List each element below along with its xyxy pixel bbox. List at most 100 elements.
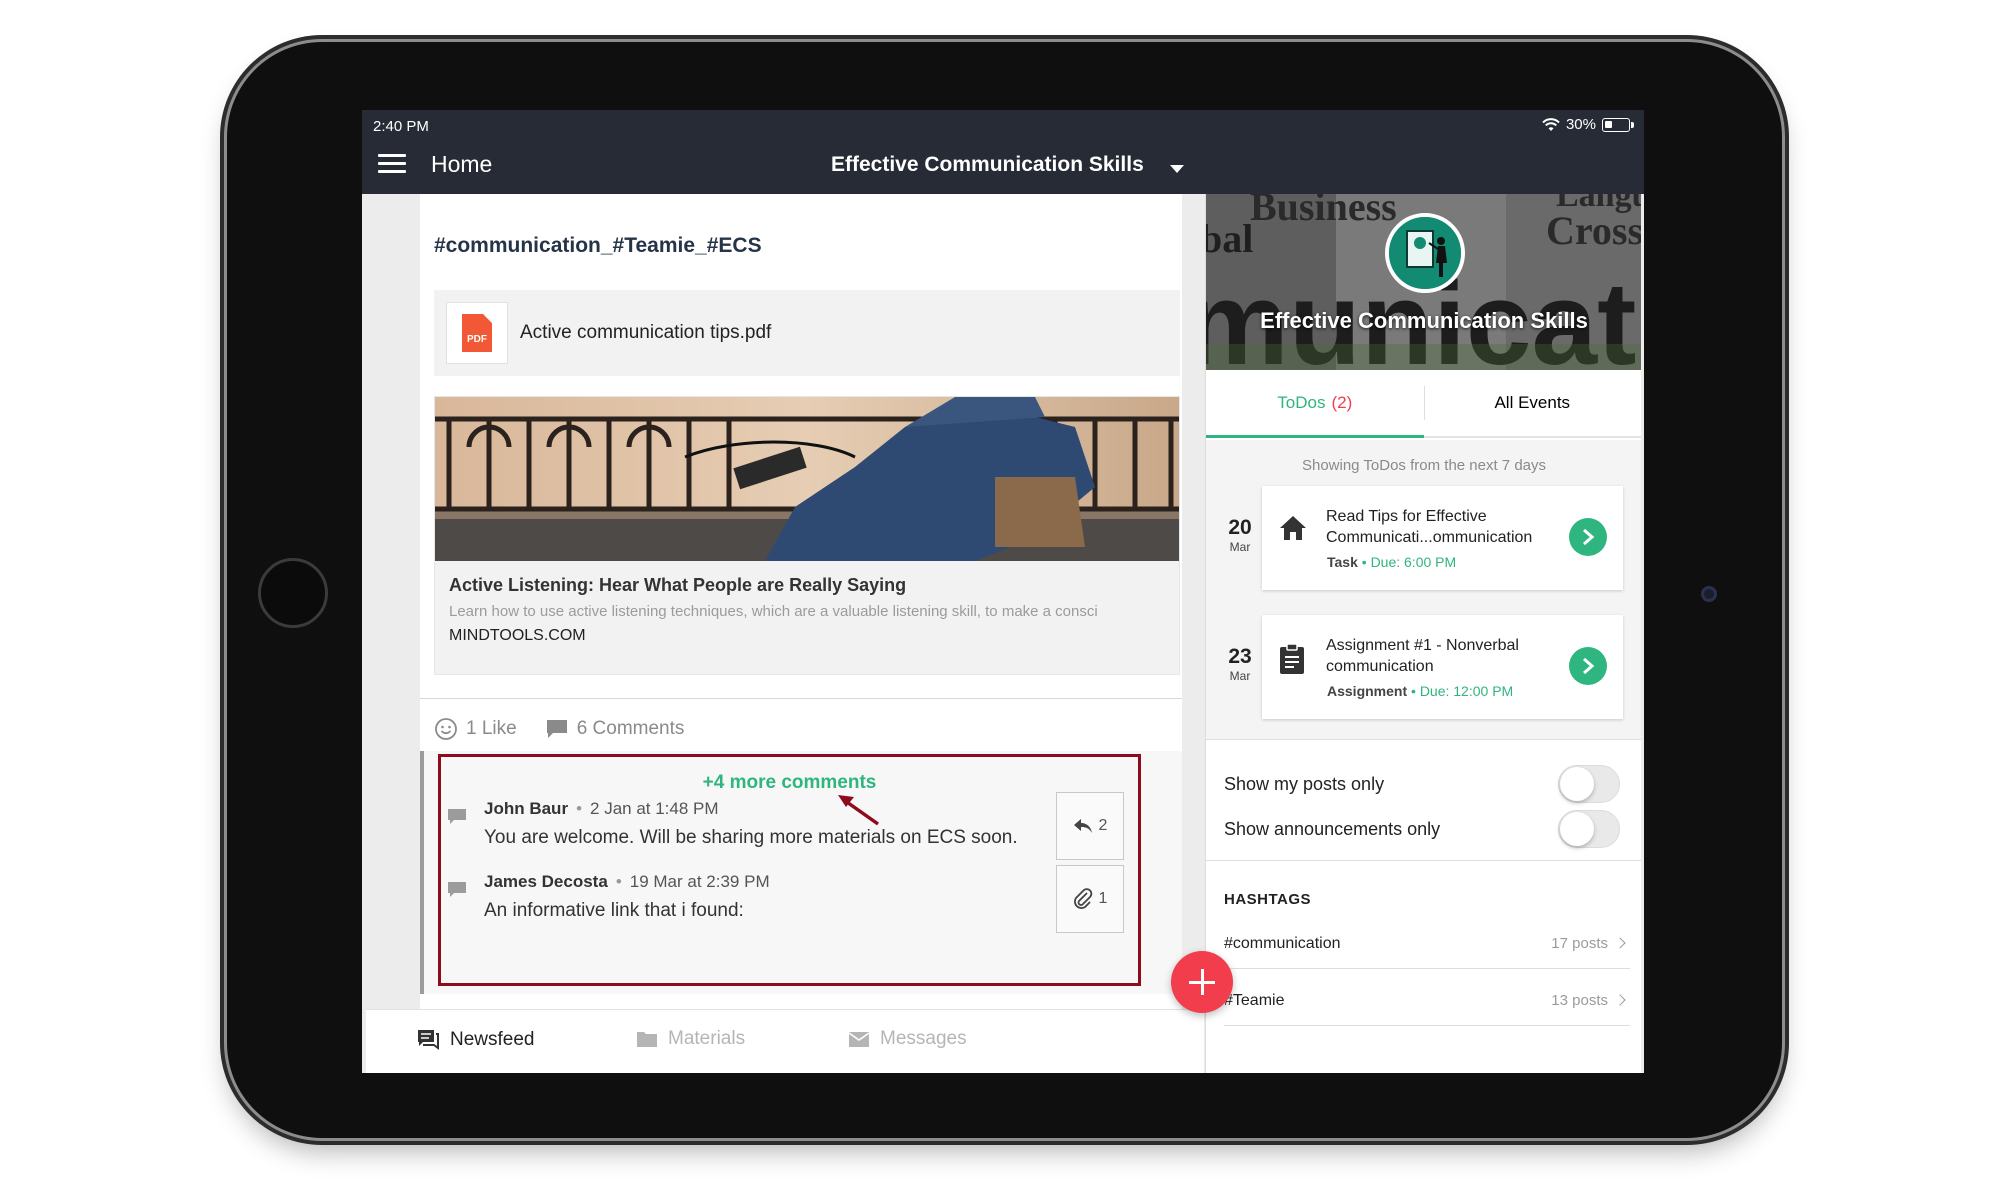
todo-card[interactable]: Read Tips for Effective Communicati...om… — [1262, 486, 1623, 590]
comment-icon — [546, 720, 567, 738]
todo-date: 23 Mar — [1220, 645, 1260, 683]
comment-header: James Decosta • 19 Mar at 2:39 PM — [484, 872, 770, 891]
comment-icon — [448, 809, 466, 824]
battery-icon — [1602, 117, 1634, 132]
bottom-navigation: Newsfeed Materials Messages — [366, 1009, 1204, 1073]
attachment-item[interactable]: PDF Active communication tips.pdf — [434, 290, 1180, 376]
comment-thread: +4 more comments John Baur • 2 Jan at 1:48… — [420, 751, 1182, 994]
menu-icon[interactable] — [378, 154, 406, 174]
add-post-button[interactable] — [1171, 951, 1233, 1013]
attachment-name[interactable]: Active communication tips.pdf — [520, 322, 771, 344]
tab-todos-label: ToDos — [1277, 393, 1326, 412]
divider — [420, 698, 1182, 699]
course-sidebar: Business Langu Cross bal municat Effecti… — [1205, 194, 1641, 1073]
reply-button[interactable]: 2 — [1056, 792, 1124, 860]
nav-newsfeed[interactable]: Newsfeed — [416, 1028, 535, 1052]
todo-day: 20 — [1228, 516, 1252, 539]
hashtag-post-count: 17 posts — [1551, 935, 1608, 952]
comment-header: John Baur • 2 Jan at 1:48 PM — [484, 799, 719, 818]
chevron-right-icon — [1614, 937, 1626, 949]
todo-meta: Task • Due: 6:00 PM — [1327, 554, 1457, 570]
hashtag-name: #communication — [1224, 935, 1341, 952]
reply-icon — [1073, 819, 1092, 833]
nav-messages[interactable]: Messages — [848, 1028, 967, 1050]
tab-todos[interactable]: ToDos (2) — [1206, 370, 1424, 438]
chevron-down-icon[interactable] — [1170, 165, 1184, 173]
todo-date: 20 Mar — [1220, 516, 1260, 554]
comment-author[interactable]: James Decosta — [484, 872, 608, 891]
nav-materials-label: Materials — [668, 1028, 746, 1049]
post-hashtags[interactable]: #communication_#Teamie_#ECS — [434, 234, 762, 258]
folder-icon — [637, 1032, 657, 1047]
nav-materials[interactable]: Materials — [636, 1028, 745, 1050]
post-reactions: 1 Like 6 Comments — [434, 714, 712, 744]
sidebar-course-title: Effective Communication Skills — [1260, 308, 1588, 333]
like-count: 1 Like — [466, 718, 517, 739]
todo-card[interactable]: Assignment #1 - Nonverbal communication … — [1262, 615, 1623, 719]
preview-description: Learn how to use active listening techni… — [449, 603, 1098, 620]
todo-meta: Assignment • Due: 12:00 PM — [1327, 683, 1514, 699]
nav-newsfeed-label: Newsfeed — [450, 1029, 535, 1050]
smiley-icon — [435, 718, 457, 740]
home-icon — [1280, 516, 1306, 540]
clipboard-icon — [1280, 643, 1304, 674]
todo-caption: Showing ToDos from the next 7 days — [1301, 457, 1547, 474]
comment-count: 6 Comments — [576, 718, 685, 739]
link-preview-card[interactable]: Active Listening: Hear What People are R… — [434, 396, 1180, 675]
reply-count: 2 — [1098, 817, 1108, 834]
todo-month: Mar — [1229, 669, 1251, 683]
paperclip-icon — [1073, 888, 1092, 909]
comments-button[interactable]: 6 Comments — [545, 718, 685, 740]
app-screen: 2:40 PM 30% Home Effective Communication… — [362, 110, 1644, 1073]
nav-messages-label: Messages — [880, 1028, 967, 1049]
newsfeed: #communication_#Teamie_#ECS PDF Active c… — [366, 194, 1204, 1009]
attachment-count: 1 — [1098, 890, 1108, 907]
todo-type: Task — [1327, 554, 1358, 570]
comment-time: 19 Mar at 2:39 PM — [629, 872, 770, 891]
attachment-button[interactable]: 1 — [1056, 865, 1124, 933]
hashtags-section: HASHTAGS #communication 17 posts #Teamie… — [1206, 862, 1641, 1073]
todo-due: Due: 12:00 PM — [1419, 683, 1514, 699]
course-selector[interactable]: Effective Communication Skills — [831, 153, 1144, 177]
chevron-right-icon[interactable] — [1569, 518, 1607, 556]
course-banner: Business Langu Cross bal municat Effecti… — [1206, 194, 1641, 370]
todo-list: Showing ToDos from the next 7 days 20 Ma… — [1206, 440, 1641, 740]
more-comments-link[interactable]: +4 more comments — [441, 772, 1138, 794]
comment-text: An informative link that i found: — [484, 900, 744, 921]
tab-all-events[interactable]: All Events — [1424, 370, 1642, 436]
device-camera — [1701, 586, 1717, 602]
app-header: 2:40 PM 30% Home Effective Communication… — [362, 110, 1644, 194]
todo-month: Mar — [1229, 540, 1251, 554]
filter-my-posts-label: Show my posts only — [1224, 774, 1385, 794]
hashtag-item[interactable]: #Teamie 13 posts — [1224, 976, 1630, 1026]
filter-my-posts: Show my posts only — [1224, 765, 1624, 805]
filter-announcements: Show announcements only — [1224, 810, 1624, 850]
todo-item: 20 Mar Read Tips for Effective Communica… — [1206, 486, 1641, 590]
chevron-right-icon — [1614, 994, 1626, 1006]
announcements-toggle[interactable] — [1558, 810, 1620, 848]
like-button[interactable]: 1 Like — [434, 717, 517, 741]
battery-percent: 30% — [1565, 116, 1596, 133]
comment-item: James Decosta • 19 Mar at 2:39 PM An infor… — [441, 865, 1138, 933]
comment-item: John Baur • 2 Jan at 1:48 PM You are welco… — [441, 792, 1138, 860]
device-home-button[interactable] — [258, 558, 328, 628]
preview-image — [435, 397, 1179, 561]
course-avatar — [1385, 213, 1465, 293]
preview-title: Active Listening: Hear What People are R… — [449, 575, 907, 595]
todo-due: Due: 6:00 PM — [1370, 554, 1457, 570]
comment-author[interactable]: John Baur — [484, 799, 568, 818]
tab-todos-count: (2) — [1331, 393, 1353, 412]
page-title: Home — [431, 151, 493, 177]
comment-icon — [448, 882, 466, 897]
my-posts-toggle[interactable] — [1558, 765, 1620, 803]
wifi-icon — [1542, 117, 1560, 131]
comment-time: 2 Jan at 1:48 PM — [590, 799, 719, 818]
pdf-icon: PDF — [446, 302, 508, 364]
tab-events-label: All Events — [1494, 393, 1571, 412]
status-time: 2:40 PM — [373, 118, 429, 135]
hashtag-post-count: 13 posts — [1551, 992, 1608, 1009]
chevron-right-icon[interactable] — [1569, 647, 1607, 685]
filter-announcements-label: Show announcements only — [1224, 819, 1441, 839]
todo-title: Assignment #1 - Nonverbal communication — [1326, 637, 1519, 675]
hashtag-item[interactable]: #communication 17 posts — [1224, 919, 1630, 969]
